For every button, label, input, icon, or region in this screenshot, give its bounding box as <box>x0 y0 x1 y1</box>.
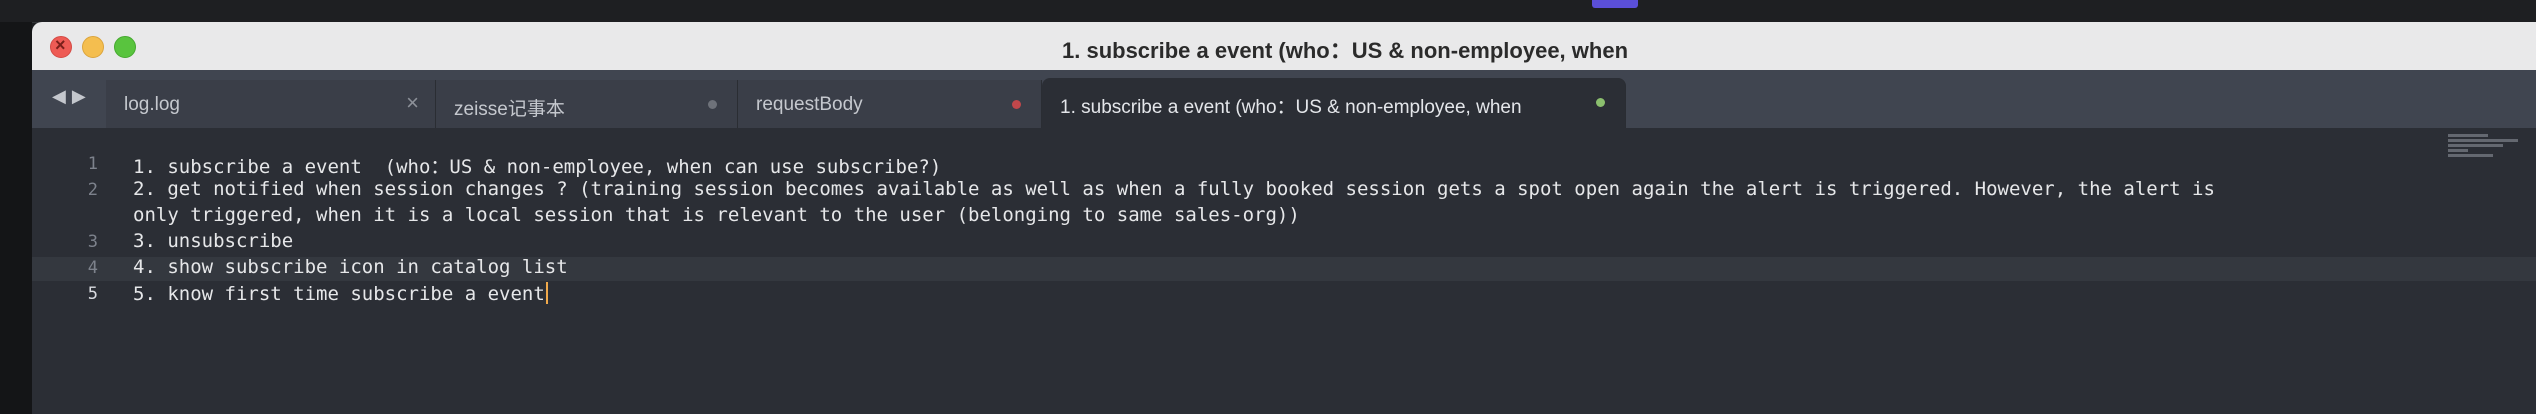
line-number-gutter: 1 2 3 4 5 <box>32 128 110 414</box>
code-line-wrapped: only triggered, when it is a local sessi… <box>133 204 1300 226</box>
line-number: 2 <box>87 180 98 200</box>
code-line-current: 5. know first time subscribe a event <box>133 282 548 305</box>
unsaved-dot-icon <box>708 100 717 109</box>
code-line: 2. get notified when session changes ? (… <box>133 178 2215 200</box>
desktop-menu-bar <box>0 0 2536 23</box>
code-line: 3. unsubscribe <box>133 230 294 252</box>
tab-zeisse-notes[interactable]: zeisse记事本 <box>436 80 738 128</box>
forward-arrow-icon[interactable]: ▶ <box>72 86 92 106</box>
close-tab-icon[interactable]: × <box>406 90 419 116</box>
tab-log-log[interactable]: log.log × <box>106 80 436 128</box>
window-title: 1. subscribe a event (who：US & non-emplo… <box>1062 38 1629 63</box>
line-number-current: 5 <box>87 284 98 304</box>
back-arrow-icon[interactable]: ◀ <box>52 86 72 106</box>
tab-label: 1. subscribe a event (who：US & non-emplo… <box>1060 97 1522 118</box>
maximize-window-button[interactable] <box>114 36 136 58</box>
tab-request-body[interactable]: requestBody <box>738 80 1042 128</box>
unsaved-dot-icon <box>1012 100 1021 109</box>
menu-bar-accent <box>1592 0 1638 8</box>
line-number: 1 <box>87 154 98 174</box>
line-number: 4 <box>87 258 98 278</box>
tab-subscribe-event[interactable]: 1. subscribe a event (who：US & non-emplo… <box>1042 78 1626 128</box>
close-window-button[interactable] <box>50 35 72 58</box>
text-caret <box>545 282 548 304</box>
text-editor[interactable]: 1 2 3 4 5 1. subscribe a event (who：US &… <box>32 128 2536 414</box>
title-bar: 1. subscribe a event (who：US & non-emplo… <box>32 22 2536 71</box>
minimize-window-button[interactable] <box>82 36 104 58</box>
code-line: 4. show subscribe icon in catalog list <box>133 256 568 278</box>
tab-label: log.log <box>124 94 180 115</box>
editor-window: 1. subscribe a event (who：US & non-emplo… <box>32 22 2536 414</box>
code-line: 1. subscribe a event (who：US & non-emplo… <box>133 156 942 178</box>
minimap[interactable] <box>2448 134 2518 160</box>
desktop-left-edge <box>0 22 32 414</box>
tab-bar: ◀▶ log.log × zeisse记事本 requestBody 1. su… <box>32 70 2536 128</box>
code-line-text: 5. know first time subscribe a event <box>133 283 545 305</box>
tab-label: zeisse记事本 <box>454 99 565 120</box>
line-number: 3 <box>87 232 98 252</box>
tab-label: requestBody <box>756 94 863 115</box>
unsaved-dot-icon <box>1596 98 1605 107</box>
tab-navigation: ◀▶ <box>52 86 92 107</box>
